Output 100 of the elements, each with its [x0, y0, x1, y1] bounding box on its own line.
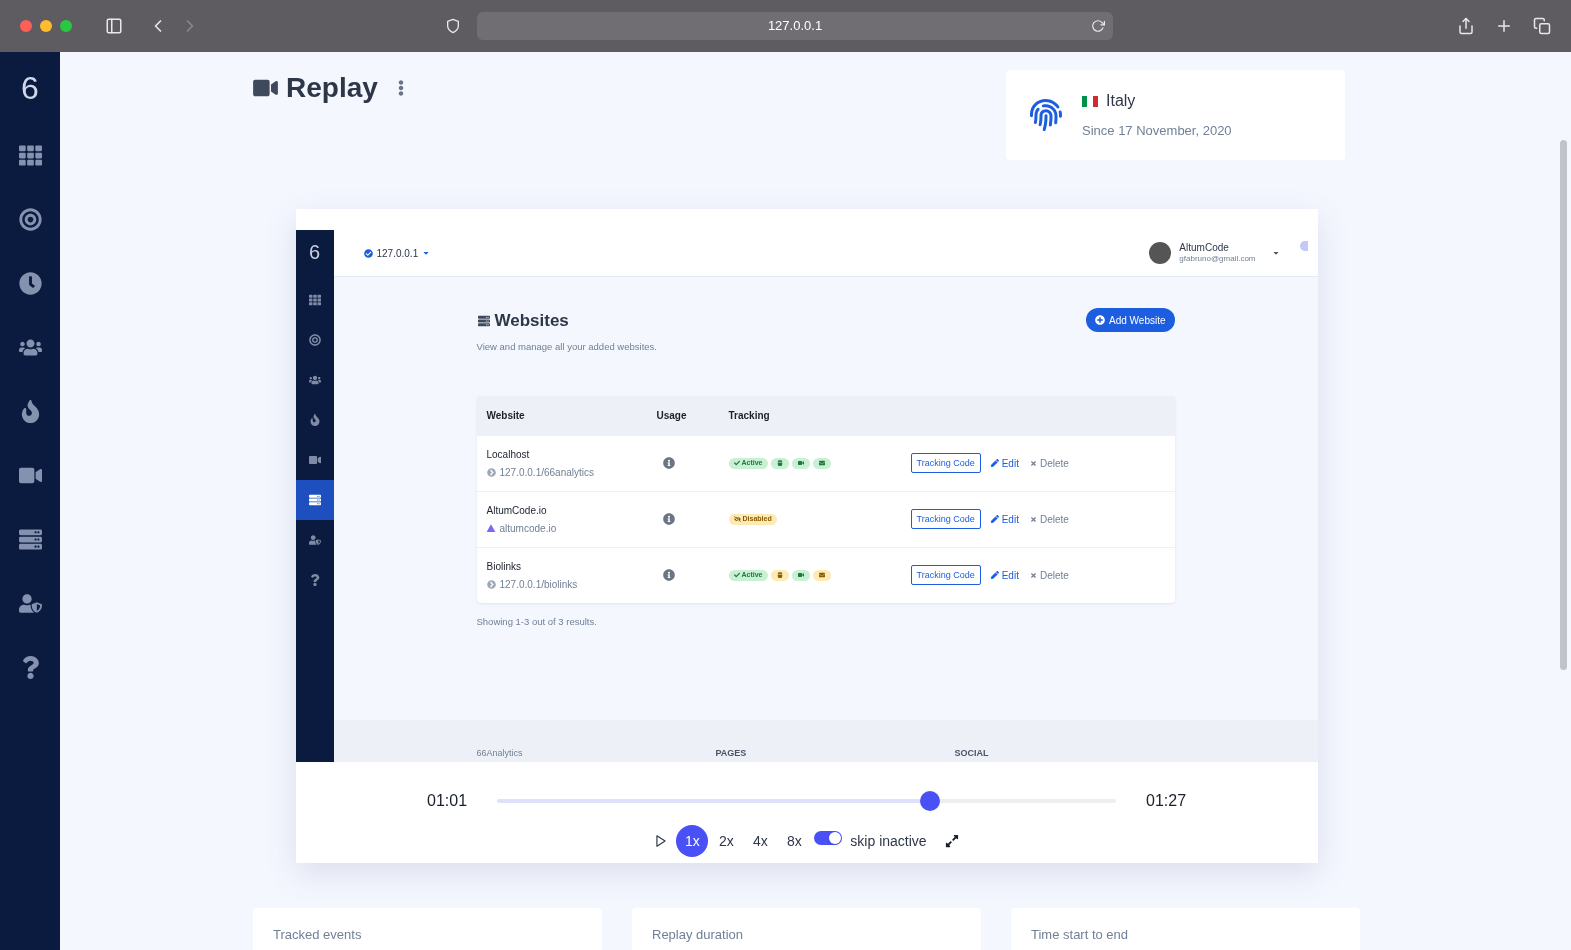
- footer-heading: SOCIAL: [954, 746, 990, 760]
- shield-icon[interactable]: [445, 18, 461, 34]
- video-camera-icon: [797, 460, 804, 467]
- edit-link[interactable]: Edit: [990, 567, 1019, 583]
- fingerprint-icon: [1030, 98, 1062, 132]
- info-icon[interactable]: [662, 457, 675, 470]
- edit-link[interactable]: Edit: [990, 511, 1019, 527]
- user-email: gfabruno@gmail.com: [1179, 254, 1256, 265]
- video-camera-icon: [797, 572, 804, 579]
- speed-button[interactable]: 8x: [778, 825, 811, 857]
- tracking-code-button[interactable]: Tracking Code: [910, 453, 981, 474]
- verified-icon: [363, 248, 373, 258]
- results-count: Showing 1-3 out of 3 results.: [476, 614, 598, 629]
- recorded-sidebar-item[interactable]: [295, 480, 334, 520]
- question-icon: [308, 574, 321, 586]
- address-bar[interactable]: 127.0.0.1: [477, 12, 1113, 40]
- users-icon[interactable]: [18, 336, 42, 359]
- info-icon[interactable]: [662, 513, 675, 526]
- video-camera-icon: [308, 454, 321, 466]
- website-url[interactable]: 127.0.0.1/66analytics: [499, 464, 594, 480]
- check-icon: [733, 572, 740, 579]
- reload-icon[interactable]: [1091, 19, 1105, 33]
- server-icon: [308, 494, 321, 506]
- caret-icon[interactable]: [1271, 249, 1280, 257]
- current-time: 01:01: [427, 791, 467, 811]
- column-header: Usage: [656, 408, 688, 423]
- speed-button[interactable]: 2x: [710, 825, 743, 857]
- grid-icon[interactable]: [18, 144, 42, 167]
- stat-label: Tracked events: [273, 927, 362, 942]
- website-url[interactable]: 127.0.0.1/biolinks: [499, 576, 578, 592]
- section-title: Websites: [494, 310, 569, 332]
- page-title: Replay: [286, 71, 378, 105]
- grid-icon: [308, 294, 321, 306]
- info-icon[interactable]: [662, 569, 675, 582]
- server-icon[interactable]: [18, 528, 42, 551]
- video-camera-icon: [253, 77, 278, 99]
- close-icon: [1029, 571, 1037, 579]
- mouse-icon: [776, 572, 783, 579]
- footer-heading: 66Analytics: [476, 746, 524, 760]
- italy-flag-icon: [1082, 95, 1098, 107]
- avatar[interactable]: [1149, 242, 1172, 264]
- eye-slash-icon: [733, 516, 741, 523]
- minimize-window-icon[interactable]: [40, 20, 52, 32]
- close-icon: [1029, 515, 1037, 523]
- stat-label: Replay duration: [652, 927, 744, 942]
- progress-thumb[interactable]: [920, 791, 941, 811]
- caret-icon: [422, 249, 431, 257]
- maximize-window-icon[interactable]: [60, 20, 72, 32]
- fullscreen-icon[interactable]: [944, 834, 959, 848]
- pencil-icon: [990, 515, 999, 524]
- section-subtitle: View and manage all your added websites.: [476, 339, 657, 354]
- country-name: Italy: [1106, 91, 1136, 112]
- logo[interactable]: 6: [21, 72, 39, 104]
- edit-link[interactable]: Edit: [990, 455, 1019, 471]
- footer-heading: PAGES: [715, 746, 748, 760]
- tabs-overview-icon[interactable]: [1533, 17, 1551, 35]
- website-name: Localhost: [486, 447, 531, 462]
- target-icon: [308, 334, 321, 346]
- plus-icon: [1095, 315, 1105, 325]
- sidebar-toggle-icon[interactable]: [104, 17, 124, 35]
- address-text: 127.0.0.1: [767, 17, 823, 36]
- target-icon[interactable]: [18, 208, 42, 231]
- recorded-logo: 6: [308, 242, 321, 262]
- chevron-icon: [486, 467, 496, 477]
- tracking-code-button[interactable]: Tracking Code: [910, 565, 981, 586]
- pencil-icon: [990, 571, 999, 580]
- check-icon: [733, 460, 740, 467]
- total-time: 01:27: [1146, 791, 1186, 811]
- flame-icon: [308, 414, 321, 426]
- website-name: Biolinks: [486, 559, 522, 574]
- share-icon[interactable]: [1457, 17, 1475, 35]
- add-website-button[interactable]: Add Website: [1086, 308, 1175, 332]
- close-icon: [1029, 459, 1037, 467]
- scrollbar[interactable]: [1560, 140, 1567, 670]
- server-icon: [476, 314, 491, 327]
- mouse-icon: [776, 460, 783, 467]
- site-favicon-icon: [486, 524, 496, 533]
- user-name: AltumCode: [1179, 241, 1230, 255]
- column-header: Website: [485, 408, 526, 423]
- website-url[interactable]: altumcode.io: [499, 520, 557, 536]
- envelope-icon: [818, 572, 825, 579]
- website-name: AltumCode.io: [486, 503, 548, 518]
- user-shield-icon: [308, 534, 321, 546]
- skip-inactive-label: skip inactive: [850, 831, 927, 851]
- progress-slider[interactable]: [497, 791, 1116, 811]
- clock-icon[interactable]: [18, 272, 42, 295]
- chevron-icon: [486, 579, 496, 589]
- speed-button[interactable]: 4x: [744, 825, 777, 857]
- column-header: Tracking: [728, 408, 770, 423]
- delete-link[interactable]: Delete: [1029, 511, 1069, 527]
- pencil-icon: [990, 459, 999, 468]
- envelope-icon: [818, 460, 825, 467]
- delete-link[interactable]: Delete: [1029, 455, 1069, 471]
- delete-link[interactable]: Delete: [1029, 567, 1069, 583]
- stat-label: Time start to end: [1031, 927, 1129, 942]
- new-tab-icon[interactable]: [1495, 17, 1513, 35]
- site-selector[interactable]: 127.0.0.1: [376, 245, 419, 261]
- tracking-code-button[interactable]: Tracking Code: [910, 509, 981, 530]
- user-shield-icon[interactable]: [18, 592, 42, 615]
- speed-button[interactable]: 1x: [676, 825, 709, 857]
